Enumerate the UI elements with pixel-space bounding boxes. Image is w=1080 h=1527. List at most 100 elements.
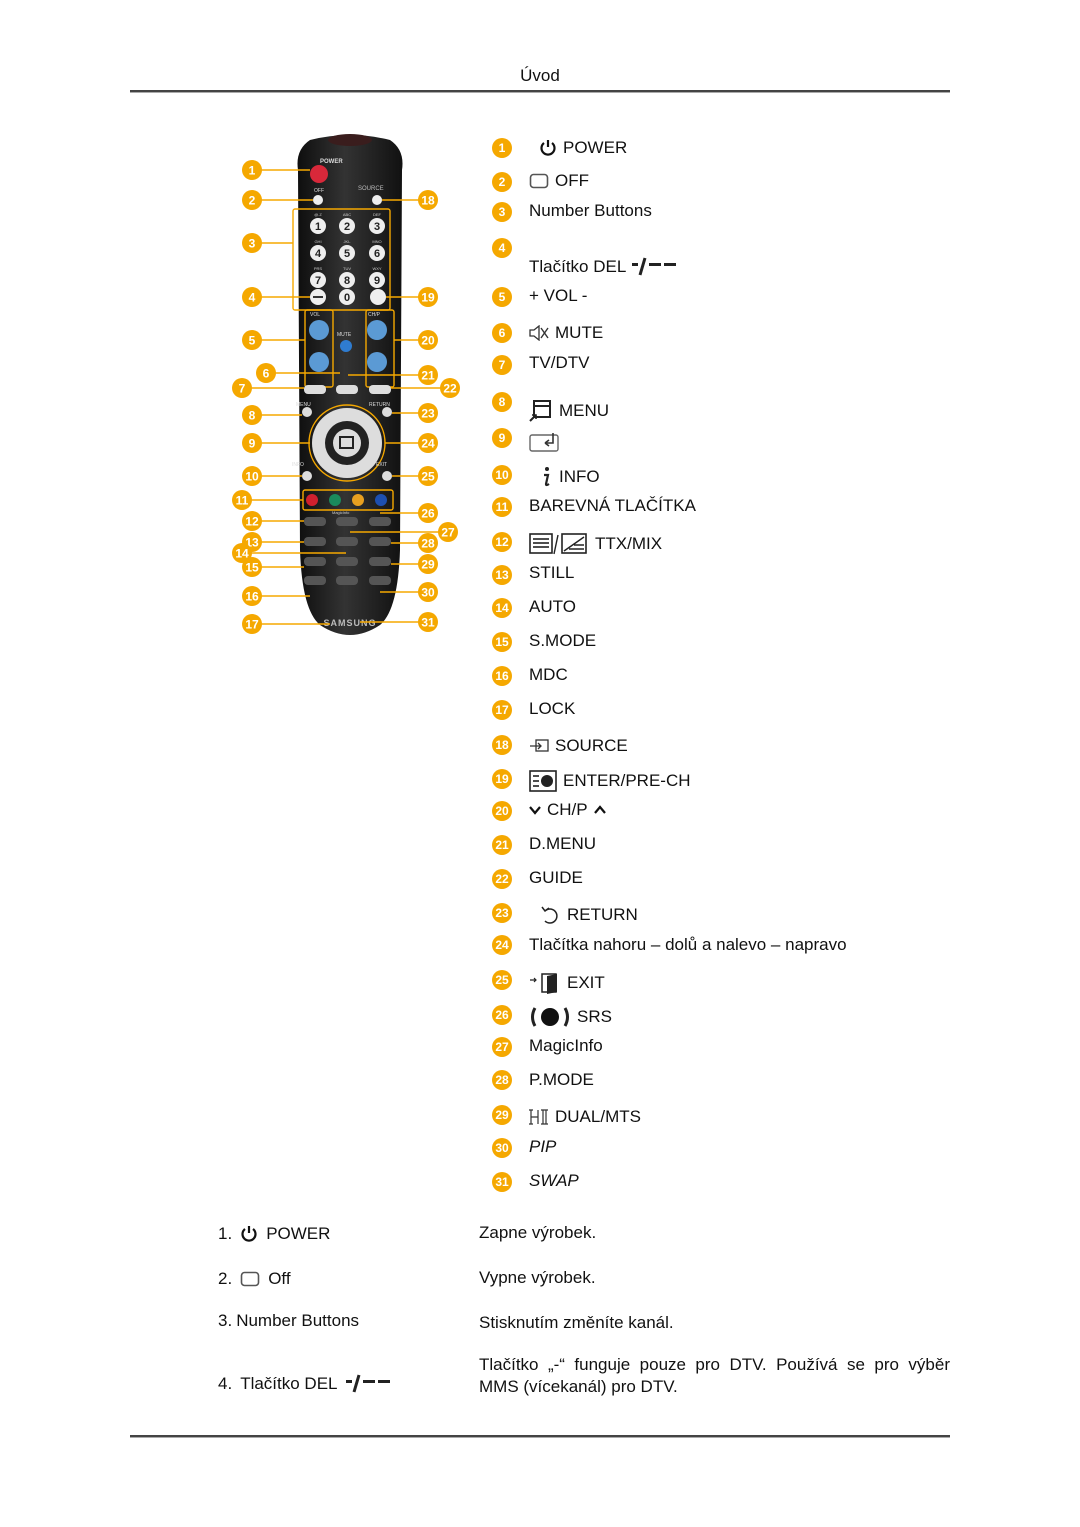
legend-label: ENTER/PRE-CH bbox=[563, 771, 691, 790]
remote-digit-label: 7 bbox=[315, 275, 321, 287]
mute-icon bbox=[529, 325, 549, 341]
row-label: Tlačítko DEL bbox=[240, 1374, 338, 1393]
remote-digit-letters: @.Z bbox=[314, 212, 322, 217]
remote-ttxmix-button bbox=[304, 517, 326, 526]
legend-item: INFO bbox=[529, 466, 600, 488]
remote-digit-label: 1 bbox=[315, 221, 321, 233]
legend-label: MUTE bbox=[555, 323, 604, 342]
legend-number-badge: 5 bbox=[492, 287, 512, 307]
legend-number-badge: 7 bbox=[492, 355, 512, 375]
remote-digit-letters: MNO bbox=[372, 239, 381, 244]
dual-icon bbox=[529, 1108, 549, 1126]
row-number: 1. bbox=[218, 1224, 233, 1243]
svg-text:INFO: INFO bbox=[292, 462, 304, 468]
table-row-label: 3. Number Buttons bbox=[218, 1311, 359, 1331]
footer-divider bbox=[130, 1435, 950, 1438]
legend-number-badge: 10 bbox=[492, 465, 512, 485]
remote-dualmts-button bbox=[369, 557, 391, 566]
remote-digit-label: 0 bbox=[344, 292, 350, 304]
legend-item: Tlačítko DEL bbox=[529, 257, 678, 277]
legend-item: CH/P bbox=[529, 800, 606, 820]
remote-digit-label: 5 bbox=[344, 248, 350, 260]
remote-smode-button bbox=[304, 557, 326, 566]
remote-enter-button bbox=[333, 429, 361, 457]
remote-digit-letters: PRS bbox=[314, 266, 323, 271]
legend-item: OFF bbox=[529, 171, 589, 191]
remote-lock-button bbox=[336, 557, 358, 566]
legend-number-badge: 14 bbox=[492, 598, 512, 618]
legend-label: INFO bbox=[559, 467, 600, 486]
legend-number-badge: 13 bbox=[492, 565, 512, 585]
table-row-label: 2. Off bbox=[218, 1269, 291, 1289]
row-description: Zapne výrobek. bbox=[479, 1223, 597, 1242]
legend-item: STILL bbox=[529, 563, 574, 583]
row-number: 4. bbox=[218, 1374, 233, 1393]
callout-number: 24 bbox=[421, 437, 435, 451]
legend-item: MENU bbox=[529, 399, 609, 423]
remote-ch-up-button bbox=[367, 320, 387, 340]
legend-item: SRS bbox=[529, 1006, 612, 1028]
svg-text:MENU: MENU bbox=[296, 402, 311, 408]
legend-item: + VOL - bbox=[529, 286, 587, 306]
remote-digit-letters: DEF bbox=[373, 212, 382, 217]
legend-label: PIP bbox=[529, 1137, 557, 1156]
legend-label: SWAP bbox=[529, 1171, 579, 1190]
remote-return-button bbox=[382, 407, 392, 417]
callout-number: 5 bbox=[249, 334, 256, 348]
exit-icon bbox=[529, 972, 561, 994]
header-divider bbox=[130, 90, 950, 93]
callout-number: 11 bbox=[236, 494, 249, 508]
legend-label: MENU bbox=[559, 401, 610, 420]
legend-label: POWER bbox=[563, 138, 628, 157]
row-number: 3. bbox=[218, 1311, 233, 1330]
remote-digit-letters: ABC bbox=[343, 212, 351, 217]
legend-label: D.MENU bbox=[529, 834, 597, 853]
table-row-label: 4. Tlačítko DEL bbox=[218, 1374, 392, 1394]
remote-auto-button bbox=[336, 537, 358, 546]
legend-item: DUAL/MTS bbox=[529, 1107, 641, 1127]
callout-number: 4 bbox=[249, 291, 256, 305]
remote-digit-label: 3 bbox=[374, 221, 380, 233]
remote-source-button bbox=[372, 195, 382, 205]
legend-number-badge: 27 bbox=[492, 1037, 512, 1057]
remote-enter-prech-button bbox=[370, 289, 386, 305]
legend-item: RETURN bbox=[529, 905, 638, 925]
legend-item: SOURCE bbox=[529, 736, 628, 756]
legend-number-badge: 30 bbox=[492, 1138, 512, 1158]
remote-info-button bbox=[302, 471, 312, 481]
legend-label: CH/P bbox=[547, 800, 588, 819]
svg-text:OFF: OFF bbox=[314, 188, 324, 194]
legend-item: P.MODE bbox=[529, 1070, 594, 1090]
row-description: Tlačítko „-“ funguje pouze pro DTV. Použ… bbox=[479, 1355, 950, 1396]
legend-item: BAREVNÁ TLAČÍTKA bbox=[529, 496, 696, 516]
callout-number: 12 bbox=[245, 515, 259, 529]
legend-item: PIP bbox=[529, 1137, 556, 1157]
svg-text:CH/P: CH/P bbox=[368, 312, 381, 318]
legend-item: SWAP bbox=[529, 1171, 579, 1191]
remote-digit-label: 8 bbox=[344, 275, 350, 287]
legend-number-badge: 17 bbox=[492, 700, 512, 720]
callout-number: 21 bbox=[421, 369, 435, 383]
legend-label: EXIT bbox=[567, 973, 605, 992]
table-row-label: 1. POWER bbox=[218, 1224, 330, 1244]
legend-number-badge: 28 bbox=[492, 1070, 512, 1090]
remote-digit-label: 2 bbox=[344, 221, 350, 233]
legend-label: OFF bbox=[555, 171, 589, 190]
legend-label: DUAL/MTS bbox=[555, 1107, 641, 1126]
callout-number: 26 bbox=[421, 507, 435, 521]
legend-number-badge: 31 bbox=[492, 1172, 512, 1192]
remote-off-button bbox=[313, 195, 323, 205]
legend-number-badge: 29 bbox=[492, 1105, 512, 1125]
callout-number: 15 bbox=[245, 561, 259, 575]
legend-number-badge: 19 bbox=[492, 769, 512, 789]
callout-number: 22 bbox=[443, 382, 457, 396]
legend-item: MDC bbox=[529, 665, 568, 685]
legend-number-badge: 21 bbox=[492, 835, 512, 855]
legend-item: ENTER/PRE-CH bbox=[529, 770, 691, 792]
callout-number: 3 bbox=[249, 237, 256, 251]
enter-prech-icon bbox=[529, 770, 557, 792]
callout-number: 9 bbox=[249, 437, 256, 451]
legend-label: + VOL - bbox=[529, 286, 588, 305]
legend-label: BAREVNÁ TLAČÍTKA bbox=[529, 496, 696, 515]
svg-text:MagicInfo: MagicInfo bbox=[332, 510, 350, 515]
